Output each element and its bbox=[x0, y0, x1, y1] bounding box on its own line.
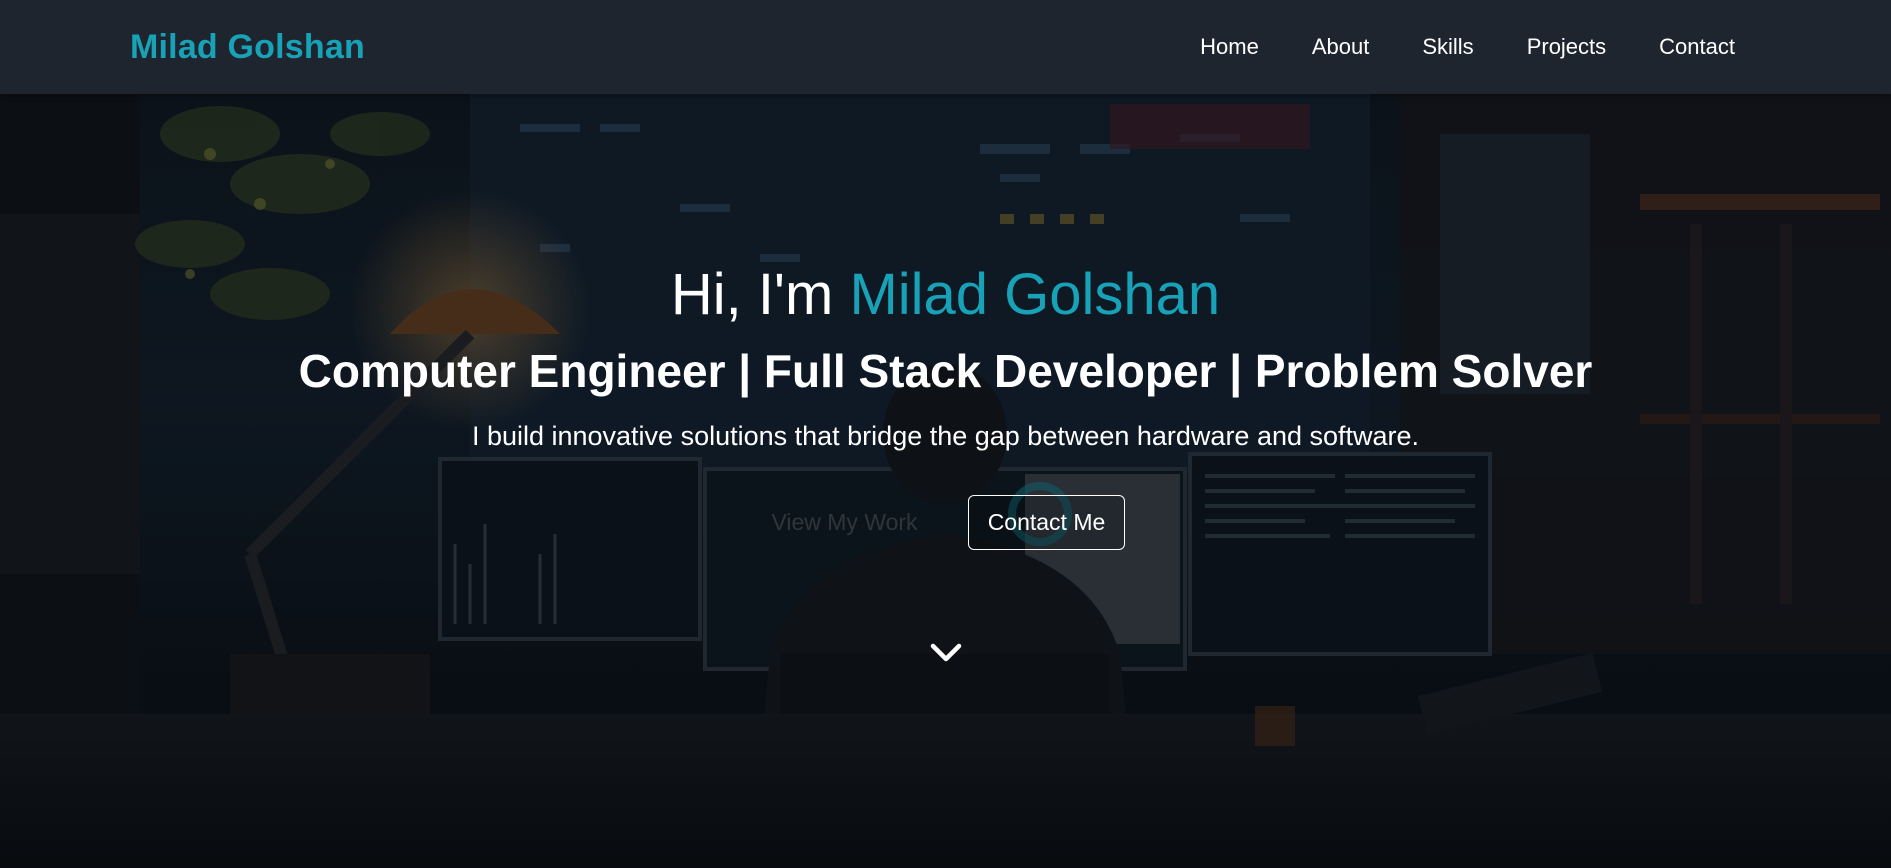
view-work-button[interactable]: View My Work bbox=[766, 495, 923, 550]
hero-overlay bbox=[0, 94, 1891, 868]
nav-link-about[interactable]: About bbox=[1312, 34, 1370, 60]
navbar: Milad Golshan Home About Skills Projects… bbox=[0, 0, 1891, 94]
nav-link-projects[interactable]: Projects bbox=[1527, 34, 1606, 60]
nav-link-contact[interactable]: Contact bbox=[1659, 34, 1735, 60]
nav-link-home[interactable]: Home bbox=[1200, 34, 1259, 60]
hero-section bbox=[0, 94, 1891, 868]
contact-me-button[interactable]: Contact Me bbox=[968, 495, 1125, 550]
nav-links: Home About Skills Projects Contact bbox=[1200, 34, 1735, 60]
nav-link-skills[interactable]: Skills bbox=[1422, 34, 1473, 60]
brand-logo[interactable]: Milad Golshan bbox=[130, 28, 365, 67]
hero-buttons: View My Work Contact Me bbox=[0, 495, 1891, 550]
chevron-down-icon[interactable] bbox=[928, 634, 964, 670]
